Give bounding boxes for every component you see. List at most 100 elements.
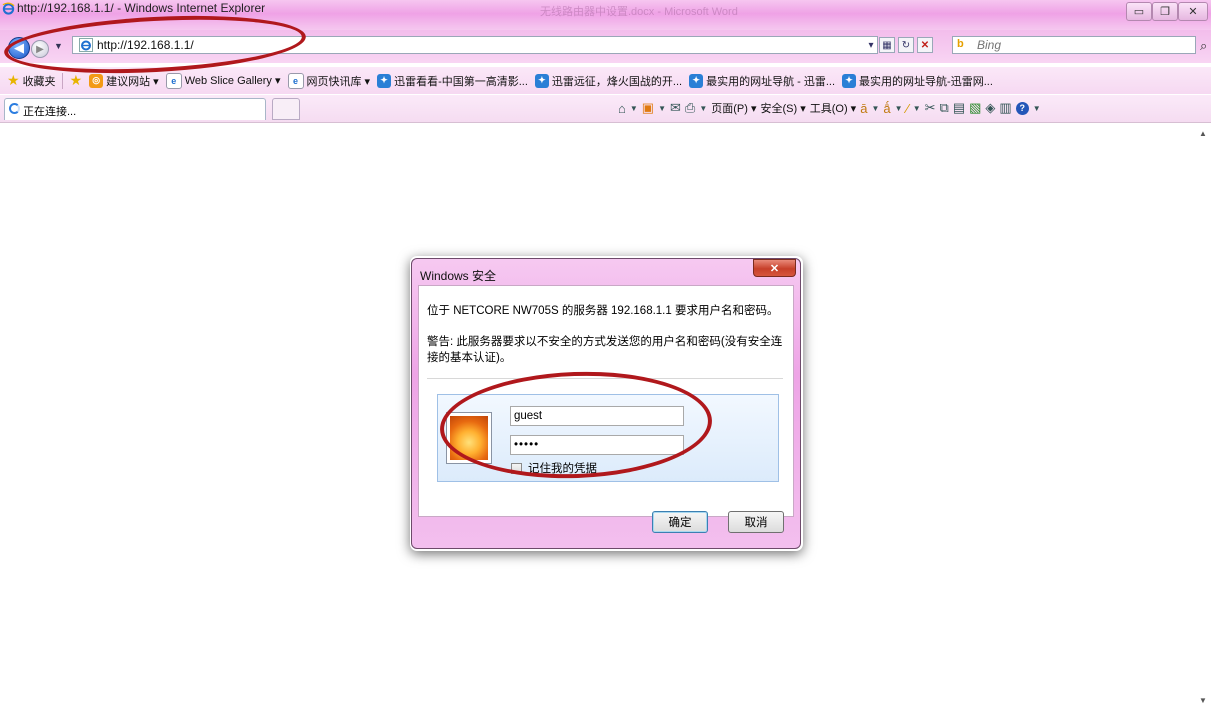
window-close-button[interactable]: ✕: [1178, 2, 1208, 21]
paste-icon[interactable]: ▤: [953, 100, 965, 116]
forward-arrow-icon: ▶: [36, 43, 44, 55]
page-menu[interactable]: 页面(P) ▾: [711, 100, 756, 116]
fav-item-label: 迅雷远征，烽火国战的开...: [551, 75, 683, 88]
minimize-icon: ▭: [1133, 6, 1145, 18]
favorites-label: 收藏夹: [22, 75, 56, 88]
fav-item-suggested-sites[interactable]: ◎ 建议网站 ▾: [89, 73, 159, 89]
password-field[interactable]: [510, 435, 684, 455]
remember-credentials[interactable]: 记住我的凭据: [511, 460, 597, 476]
phonetic-dropdown-icon[interactable]: ▼: [895, 104, 903, 113]
feeds-dropdown-icon[interactable]: ▼: [658, 104, 666, 113]
auth-message: 位于 NETCORE NW705S 的服务器 192.168.1.1 要求用户名…: [427, 305, 779, 317]
favorites-bar: ★ 收藏夹 ★ ◎ 建议网站 ▾ e Web Slice Gallery ▾ e…: [0, 67, 1211, 94]
suggested-sites-icon: ◎: [89, 73, 104, 88]
xunlei-icon: ✦: [377, 73, 392, 88]
vertical-scrollbar[interactable]: ▲ ▼: [1196, 123, 1211, 707]
window-title: http://192.168.1.1/ - Windows Internet E…: [17, 1, 266, 15]
address-dropdown-icon[interactable]: ▾: [866, 37, 876, 53]
address-input[interactable]: [97, 38, 857, 52]
blog-icon[interactable]: ▥: [999, 100, 1011, 116]
cut-icon[interactable]: ✂: [925, 100, 936, 116]
favorites-star-icon: ★: [7, 72, 20, 88]
recent-pages-dropdown-icon[interactable]: ▼: [54, 41, 63, 51]
credential-tile: 记住我的凭据: [437, 394, 779, 482]
fav-item-label: 最实用的网址导航 - 迅雷...: [706, 75, 836, 88]
pen-icon[interactable]: ⁄: [907, 101, 909, 116]
fav-item-label: 最实用的网址导航-迅雷网...: [859, 75, 993, 88]
maximize-button[interactable]: ❐: [1152, 2, 1178, 21]
dialog-body: 位于 NETCORE NW705S 的服务器 192.168.1.1 要求用户名…: [418, 285, 794, 517]
ie-logo-icon: [2, 2, 15, 15]
translate-icon[interactable]: ā: [860, 101, 867, 116]
fav-item-xunlei-kankan[interactable]: ✦ 迅雷看看-中国第一高清影...: [377, 73, 528, 89]
fav-item-xunlei-game[interactable]: ✦ 迅雷远征，烽火国战的开...: [534, 73, 683, 89]
tab-and-command-bar: 正在连接... ⌂ ▼ ▣ ▼ ✉ ⎙ ▼ 页面(P) ▾ 安全(S) ▾ 工具…: [0, 95, 1211, 123]
ok-button[interactable]: 确定: [652, 511, 708, 533]
ie-page-icon: e: [165, 72, 182, 89]
search-box[interactable]: b: [952, 36, 1196, 54]
windows-security-dialog: Windows 安全 ✕ 位于 NETCORE NW705S 的服务器 192.…: [411, 258, 801, 549]
tab-label: 正在连接...: [23, 106, 77, 118]
tab-current[interactable]: 正在连接...: [4, 98, 266, 120]
safety-menu[interactable]: 安全(S) ▾: [760, 100, 805, 116]
phonetic-icon[interactable]: ǻ: [883, 101, 890, 116]
address-bar[interactable]: [72, 36, 878, 54]
fav-item-web-slice-gallery[interactable]: e Web Slice Gallery ▾: [165, 72, 281, 89]
tools-menu[interactable]: 工具(O) ▾: [810, 100, 856, 116]
close-icon: ✕: [1188, 6, 1198, 18]
fav-item-label: 建议网站 ▾: [106, 75, 159, 88]
cancel-button[interactable]: 取消: [728, 511, 784, 533]
fav-item-web-slices[interactable]: e 网页快讯库 ▾: [287, 72, 371, 89]
stop-icon[interactable]: ✕: [917, 37, 933, 53]
user-avatar: [446, 412, 492, 464]
add-to-favorites-bar-button[interactable]: ★: [70, 72, 83, 89]
pen-dropdown-icon[interactable]: ▼: [913, 104, 921, 113]
bing-logo-icon: b: [957, 38, 964, 50]
add-favorite-icon: ★: [69, 72, 83, 88]
back-arrow-icon: ◀: [14, 40, 24, 55]
feeds-icon[interactable]: ▣: [642, 100, 654, 116]
flower-avatar-icon: [450, 416, 488, 460]
navigation-bar: ◀ ▶ ▼ ▾ ▦ ↻ ✕ b ⌕: [0, 30, 1211, 63]
copy-icon[interactable]: ⧉: [940, 100, 949, 116]
print-icon[interactable]: ⎙: [685, 100, 695, 116]
search-icon[interactable]: ⌕: [1200, 38, 1207, 54]
fav-item-label: 迅雷看看-中国第一高清影...: [394, 75, 528, 88]
username-field[interactable]: [510, 406, 684, 426]
fav-item-label: 网页快讯库 ▾: [306, 75, 371, 88]
address-tools: ▾ ▦ ↻ ✕: [866, 37, 933, 53]
new-tab-button[interactable]: [272, 98, 300, 120]
translate-dropdown-icon[interactable]: ▼: [871, 104, 879, 113]
close-icon: ✕: [769, 262, 780, 275]
dialog-close-button[interactable]: ✕: [753, 259, 796, 277]
home-dropdown-icon[interactable]: ▼: [630, 104, 638, 113]
screenshot-icon[interactable]: ▧: [969, 100, 981, 116]
refresh-icon[interactable]: ↻: [898, 37, 914, 53]
forward-button[interactable]: ▶: [31, 40, 49, 58]
home-icon[interactable]: ⌂: [618, 101, 626, 116]
favorites-button[interactable]: ★ 收藏夹: [7, 72, 56, 89]
minimize-button[interactable]: ▭: [1126, 2, 1152, 21]
compatibility-view-icon[interactable]: ▦: [879, 37, 895, 53]
scroll-up-icon[interactable]: ▲: [1199, 129, 1207, 138]
fav-item-xunlei-nav-2[interactable]: ✦ 最实用的网址导航-迅雷网...: [842, 73, 993, 89]
xunlei-icon: ✦: [842, 73, 857, 88]
search-input[interactable]: [977, 38, 1177, 52]
remember-label: 记住我的凭据: [528, 463, 597, 475]
back-button[interactable]: ◀: [8, 37, 30, 59]
help-dropdown-icon[interactable]: ▼: [1033, 104, 1041, 113]
mail-icon[interactable]: ✉: [670, 100, 681, 116]
security-warning: 警告: 此服务器要求以不安全的方式发送您的用户名和密码(没有安全连接的基本认证)…: [427, 336, 783, 364]
print-dropdown-icon[interactable]: ▼: [699, 104, 707, 113]
help-icon[interactable]: ?: [1015, 101, 1029, 115]
research-icon[interactable]: ◈: [985, 100, 995, 116]
background-window-title: 无线路由器中设置.docx - Microsoft Word: [540, 6, 738, 18]
command-bar: ⌂ ▼ ▣ ▼ ✉ ⎙ ▼ 页面(P) ▾ 安全(S) ▾ 工具(O) ▾ ā …: [618, 100, 1041, 116]
loading-icon: [9, 103, 20, 114]
remember-checkbox[interactable]: [511, 462, 522, 474]
restore-icon: ❐: [1160, 6, 1170, 18]
fav-item-xunlei-nav-1[interactable]: ✦ 最实用的网址导航 - 迅雷...: [689, 73, 835, 89]
ie-page-icon: e: [287, 72, 304, 89]
page-ie-icon: [79, 38, 93, 52]
scroll-down-icon[interactable]: ▼: [1199, 696, 1207, 705]
